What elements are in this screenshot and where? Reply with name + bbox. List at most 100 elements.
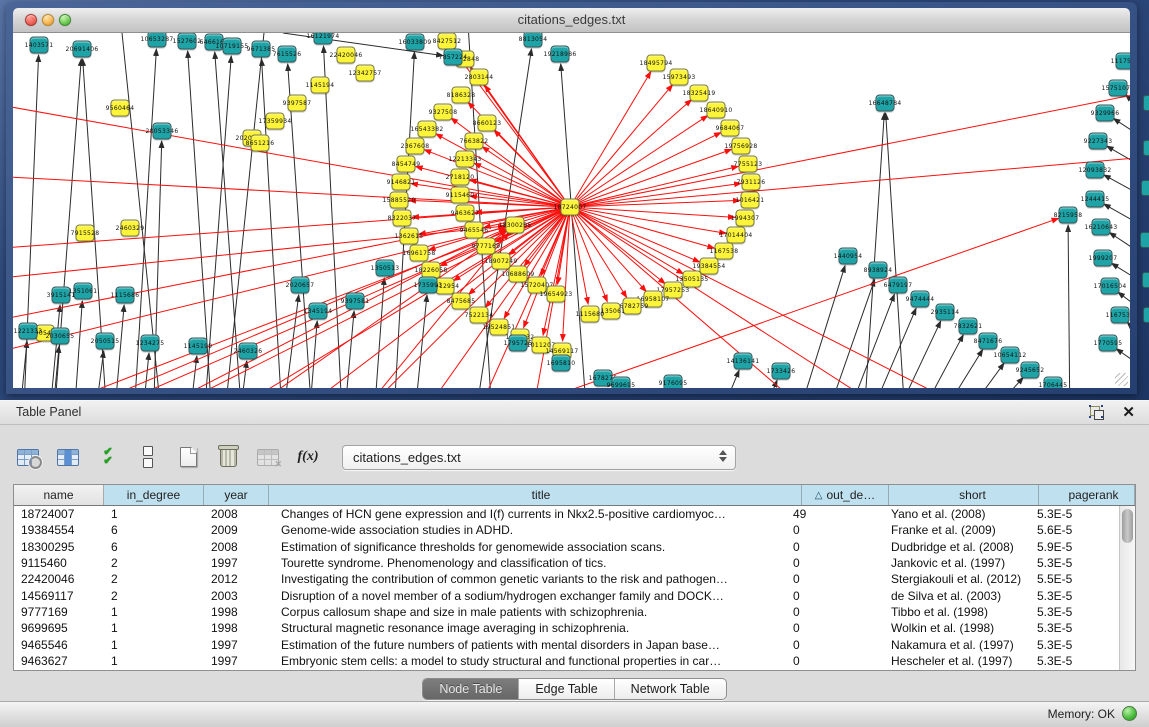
cell-title[interactable]: Disruption of a novel member of a sodium… — [269, 589, 786, 603]
cell-short[interactable]: Dudbridge et al. (2008) — [873, 540, 1023, 554]
graph-node[interactable]: 9699695 — [612, 377, 631, 389]
graph-node[interactable]: 8660123 — [478, 115, 497, 132]
graph-node[interactable]: 7522134 — [470, 307, 489, 324]
graph-node[interactable]: 9397587 — [288, 95, 307, 112]
graph-node[interactable]: 8651216 — [251, 135, 270, 152]
graph-node[interactable]: 1234275 — [141, 335, 160, 352]
graph-node[interactable]: 8186328 — [452, 87, 471, 104]
cell-pagerank[interactable]: 5.3E-5 — [1023, 638, 1119, 652]
cell-short[interactable]: Jankovic et al. (1997) — [873, 556, 1023, 570]
cell-out_degree[interactable]: 0 — [786, 621, 873, 635]
graph-node[interactable]: 18640910 — [707, 102, 726, 119]
cell-out_degree[interactable]: 0 — [786, 540, 873, 554]
graph-node[interactable]: 9245652 — [1021, 362, 1040, 379]
graph-node[interactable]: 1244415 — [1086, 191, 1105, 208]
table-row[interactable]: 1872400712008Changes of HCN gene express… — [14, 506, 1119, 522]
graph-node[interactable]: 2020657 — [291, 277, 310, 294]
graph-node[interactable]: 1527602 — [178, 33, 197, 50]
graph-node[interactable]: 1167531 — [1111, 307, 1130, 324]
table-row[interactable]: 969969511998Structural magnetic resonanc… — [14, 620, 1119, 636]
tab-node-table[interactable]: Node Table — [423, 679, 519, 699]
cell-year[interactable]: 1997 — [204, 638, 269, 652]
cell-year[interactable]: 2003 — [204, 589, 269, 603]
cell-year[interactable]: 2008 — [204, 507, 269, 521]
graph-node[interactable]: 17016504 — [1101, 278, 1120, 295]
graph-node[interactable]: 6479197 — [889, 277, 908, 294]
cell-in_degree[interactable]: 6 — [104, 540, 204, 554]
cell-name[interactable]: 9463627 — [14, 654, 104, 668]
graph-node[interactable]: 9327508 — [434, 104, 453, 121]
delete-column-icon[interactable] — [214, 444, 242, 470]
cell-in_degree[interactable]: 1 — [104, 507, 204, 521]
graph-node[interactable]: 2050515 — [96, 333, 115, 350]
cell-pagerank[interactable]: 5.9E-5 — [1023, 540, 1119, 554]
graph-node[interactable]: 16121974 — [314, 33, 333, 45]
cell-name[interactable]: 22420046 — [14, 572, 104, 586]
graph-node[interactable]: 18907249 — [492, 253, 511, 270]
graph-node[interactable]: 2030655 — [51, 328, 70, 345]
graph-node[interactable]: 19218986 — [551, 46, 570, 63]
scrollbar-thumb[interactable] — [1122, 509, 1133, 543]
graph-node[interactable]: 12213343 — [456, 151, 475, 168]
graph-node[interactable]: 1115680 — [581, 306, 600, 323]
cell-pagerank[interactable]: 5.6E-5 — [1023, 523, 1119, 537]
column-header-title[interactable]: title — [269, 485, 802, 505]
cell-out_degree[interactable]: 0 — [786, 654, 873, 668]
graph-node[interactable]: 9465546 — [465, 222, 484, 239]
graph-node[interactable]: 1016421 — [741, 192, 760, 209]
cell-in_degree[interactable]: 1 — [104, 605, 204, 619]
table-row[interactable]: 911546021997Tourette syndrome. Phenomeno… — [14, 555, 1119, 571]
cell-title[interactable]: Changes of HCN gene expression and I(f) … — [269, 507, 786, 521]
float-panel-icon[interactable] — [1089, 405, 1105, 419]
graph-node[interactable]: 22420046 — [337, 47, 356, 64]
column-header-in_degree[interactable]: in_degree — [104, 485, 204, 505]
graph-node[interactable]: 1770595 — [1099, 335, 1118, 352]
graph-node[interactable]: 20691406 — [73, 41, 92, 58]
memory-status-light[interactable] — [1122, 706, 1137, 721]
cell-out_degree[interactable]: 49 — [786, 507, 873, 521]
graph-node[interactable]: 3915141 — [52, 287, 71, 304]
cell-short[interactable]: de Silva et al. (2003) — [873, 589, 1023, 603]
graph-node[interactable]: 16033809 — [406, 34, 425, 51]
graph-node[interactable]: 18495794 — [647, 55, 666, 72]
cell-title[interactable]: Genome-wide association studies in ADHD. — [269, 523, 786, 537]
cell-out_degree[interactable]: 0 — [786, 523, 873, 537]
graph-node[interactable]: 18325419 — [690, 85, 709, 102]
cell-title[interactable]: Estimation of the future numbers of pati… — [269, 638, 786, 652]
graph-node[interactable]: 10654112 — [1001, 347, 1020, 364]
vertical-scrollbar[interactable] — [1119, 506, 1135, 670]
cell-title[interactable]: Embryonic stem cells: a model to study s… — [269, 654, 786, 668]
graph-node[interactable]: 1351061 — [74, 283, 93, 300]
cell-year[interactable]: 2009 — [204, 523, 269, 537]
cell-in_degree[interactable]: 1 — [104, 654, 204, 668]
graph-node[interactable]: 7615526 — [278, 46, 297, 63]
cell-out_degree[interactable]: 0 — [786, 638, 873, 652]
cell-name[interactable]: 9115460 — [14, 556, 104, 570]
graph-node[interactable]: 1362615 — [400, 228, 419, 245]
cell-in_degree[interactable]: 1 — [104, 621, 204, 635]
graph-node[interactable]: 9560464 — [111, 100, 130, 117]
graph-node[interactable]: 19384554 — [700, 258, 719, 275]
new-column-icon[interactable] — [174, 444, 202, 470]
graph-node[interactable]: 7857224 — [444, 49, 463, 66]
cell-name[interactable]: 19384554 — [14, 523, 104, 537]
graph-node[interactable]: 16210643 — [1092, 219, 1111, 236]
cell-year[interactable]: 1997 — [204, 654, 269, 668]
graph-node[interactable]: 9227343 — [1089, 133, 1108, 150]
row-height-icon[interactable] — [134, 444, 162, 470]
graph-node[interactable]: 9146821 — [392, 174, 411, 191]
column-visibility-icon[interactable] — [54, 444, 82, 470]
cell-year[interactable]: 1998 — [204, 621, 269, 635]
graph-node[interactable]: 1999207 — [1094, 250, 1113, 267]
graph-node[interactable]: 1145199 — [189, 338, 208, 355]
cell-year[interactable]: 1997 — [204, 556, 269, 570]
cell-in_degree[interactable]: 6 — [104, 523, 204, 537]
graph-node[interactable]: 7931126 — [742, 174, 761, 191]
graph-node[interactable]: 2935114 — [936, 304, 955, 321]
graph-node[interactable]: 9684067 — [721, 120, 740, 137]
graph-node[interactable]: 9115460 — [451, 187, 470, 204]
graph-node[interactable]: 20053346 — [153, 123, 172, 140]
network-window-titlebar[interactable]: citations_edges.txt — [13, 8, 1130, 33]
cell-title[interactable]: Tourette syndrome. Phenomenology and cla… — [269, 556, 786, 570]
cell-in_degree[interactable]: 2 — [104, 556, 204, 570]
